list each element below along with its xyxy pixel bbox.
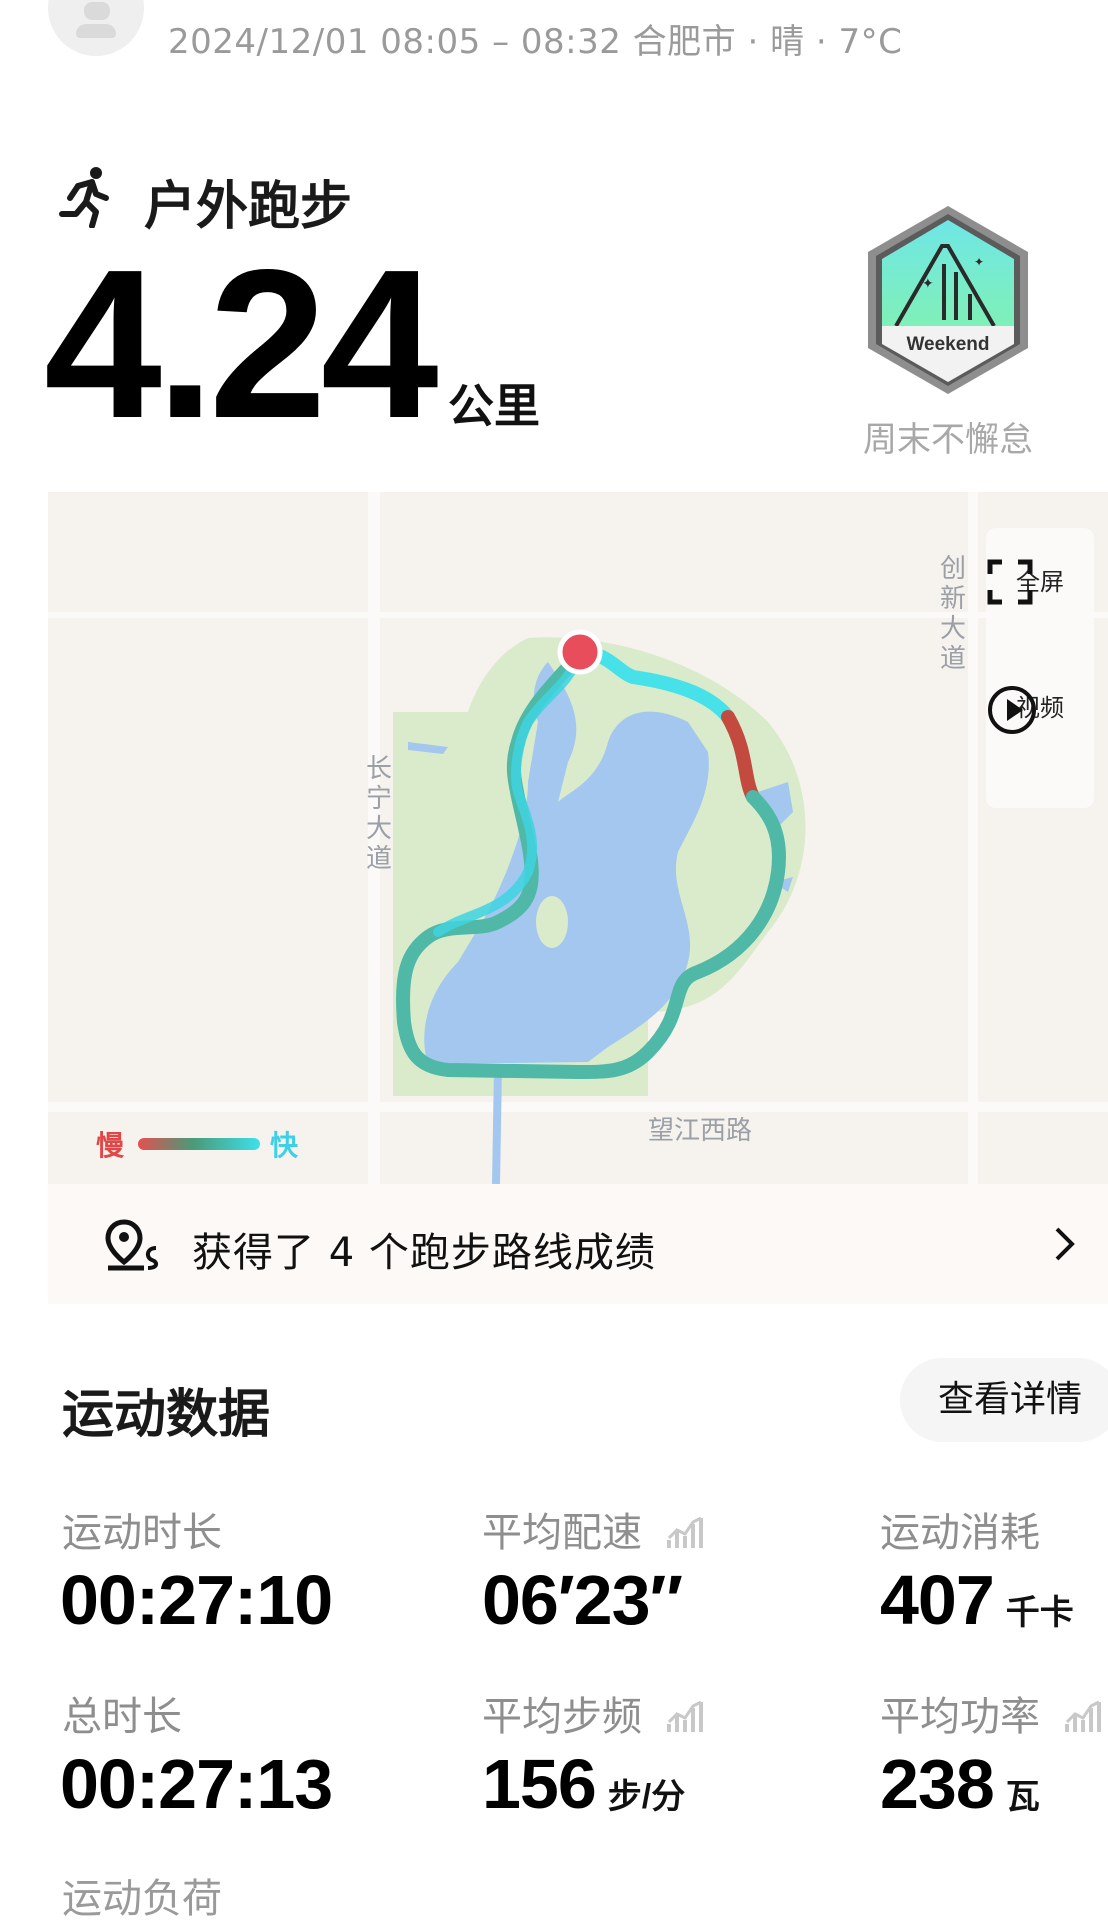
stat-power: 238 瓦 <box>880 1744 1040 1824</box>
stat-unit-cadence: 步/分 <box>607 1778 686 1816</box>
legend-fast: 快 <box>270 1129 299 1162</box>
start-marker-icon <box>557 629 603 675</box>
speed-legend-bar <box>138 1138 260 1150</box>
stat-label-cadence[interactable]: 平均步频 <box>482 1684 705 1742</box>
stat-value-calories: 407 <box>880 1561 995 1639</box>
route-achievements-text: 获得了 4 个跑步路线成绩 <box>192 1230 656 1276</box>
stat-value-total-time: 00:27:13 <box>60 1745 333 1823</box>
stat-label-total-time: 总时长 <box>62 1694 182 1740</box>
road-label-wangjiang: 望江西路 <box>648 1116 753 1146</box>
stat-label-power[interactable]: 平均功率 <box>880 1684 1103 1742</box>
legend-slow: 慢 <box>96 1129 125 1162</box>
road-label-changning: 长宁大道 <box>365 754 392 874</box>
avatar[interactable] <box>48 0 144 56</box>
next-section-title-cutoff: 运动负荷 <box>62 1876 222 1922</box>
activity-meta: 2024/12/01 08:05 – 08:32 合肥市 · 晴 · 7°C <box>168 22 903 62</box>
stat-value-duration: 00:27:10 <box>60 1561 333 1639</box>
stat-label-calories: 运动消耗 <box>880 1510 1040 1556</box>
map-controls: 全屏 视频 <box>986 528 1094 808</box>
stat-label-power-text: 平均功率 <box>880 1694 1040 1740</box>
video-button[interactable]: 视频 <box>986 684 1094 734</box>
avatar-body-shape <box>76 24 116 38</box>
fullscreen-button[interactable]: 全屏 <box>986 558 1094 605</box>
distance-value: 4.24 <box>44 225 439 462</box>
route-pin-icon <box>105 1219 159 1271</box>
stat-calories: 407 千卡 <box>880 1560 1074 1640</box>
section-title: 运动数据 <box>62 1385 271 1445</box>
weekend-badge-icon[interactable]: ✦ ✦ Weekend <box>862 202 1034 398</box>
badge-text: Weekend <box>906 334 989 355</box>
stat-label-duration: 运动时长 <box>62 1510 222 1556</box>
stat-unit-power: 瓦 <box>1005 1778 1040 1816</box>
play-icon <box>988 686 1036 734</box>
runner-icon <box>59 167 109 228</box>
fullscreen-icon <box>987 559 1033 605</box>
stat-unit-calories: 千卡 <box>1005 1594 1074 1632</box>
view-details-button[interactable]: 查看详情 <box>900 1358 1108 1442</box>
svg-text:✦: ✦ <box>922 276 934 292</box>
stat-value-power: 238 <box>880 1745 995 1823</box>
stat-cadence: 156 步/分 <box>482 1744 685 1824</box>
river <box>492 1066 502 1184</box>
road-label-chuangxin: 创新大道 <box>939 554 966 674</box>
trend-chart-icon <box>666 1700 703 1732</box>
island <box>536 896 568 948</box>
avatar-head-shape <box>84 2 110 20</box>
trend-chart-icon <box>1064 1700 1101 1732</box>
stat-value-pace: 06′23″ <box>482 1561 683 1639</box>
stat-label-pace[interactable]: 平均配速 <box>482 1500 705 1558</box>
stat-value-cadence: 156 <box>482 1745 597 1823</box>
route-achievements-row[interactable]: 获得了 4 个跑步路线成绩 <box>48 1184 1108 1304</box>
route-map[interactable]: 创新大道 长宁大道 望江西路 全屏 视频 慢 快 <box>48 492 1108 1184</box>
stat-label-cadence-text: 平均步频 <box>482 1694 642 1740</box>
chevron-right-icon <box>1055 1227 1075 1261</box>
svg-text:✦: ✦ <box>974 255 984 269</box>
distance-unit: 公里 <box>448 379 540 433</box>
trend-chart-icon <box>666 1516 703 1548</box>
badge-label: 周末不懈怠 <box>863 420 1033 460</box>
stat-label-pace-text: 平均配速 <box>482 1510 642 1556</box>
